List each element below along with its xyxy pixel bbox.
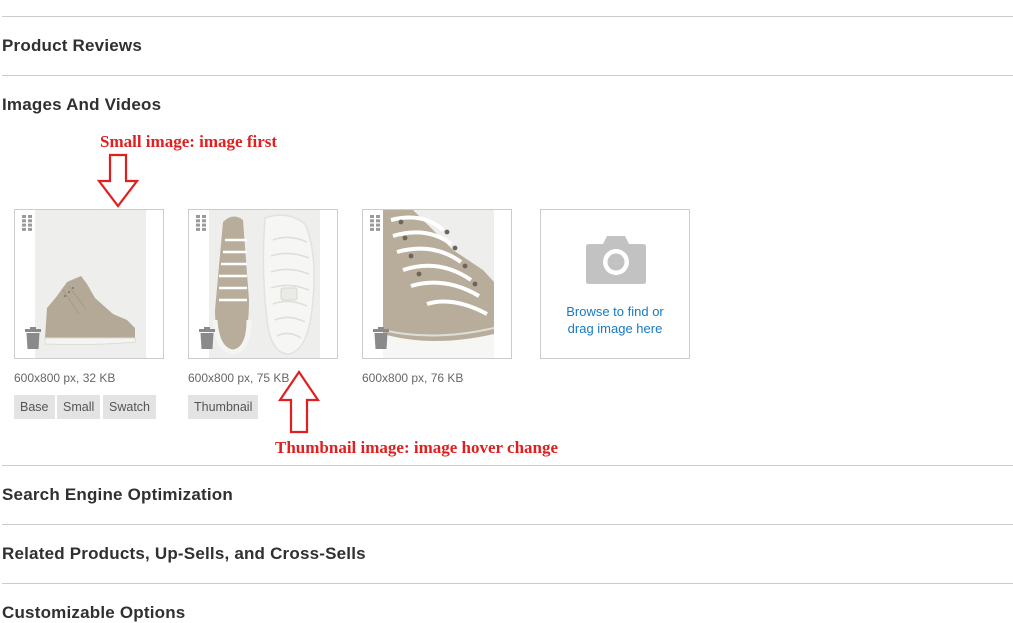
drag-handle-icon[interactable] bbox=[370, 215, 380, 231]
image-tile[interactable] bbox=[188, 209, 338, 359]
section-customizable-options[interactable]: Customizable Options bbox=[2, 603, 185, 623]
product-image bbox=[35, 210, 146, 358]
role-badge-small[interactable]: Small bbox=[57, 395, 101, 419]
trash-icon[interactable] bbox=[24, 327, 42, 349]
image-upload-dropzone[interactable]: Browse to find or drag image here bbox=[540, 209, 690, 359]
divider bbox=[2, 583, 1013, 584]
arrow-down-icon bbox=[96, 153, 140, 208]
upload-text-line2: drag image here bbox=[567, 321, 663, 336]
product-image bbox=[209, 210, 320, 358]
image-meta: 600x800 px, 75 KB bbox=[188, 371, 290, 385]
upload-instructions[interactable]: Browse to find or drag image here bbox=[541, 303, 689, 337]
role-badge-swatch[interactable]: Swatch bbox=[103, 395, 156, 419]
image-meta: 600x800 px, 76 KB bbox=[362, 371, 464, 385]
image-tile[interactable] bbox=[362, 209, 512, 359]
camera-icon bbox=[586, 236, 646, 284]
annotation-thumbnail-image: Thumbnail image: image hover change bbox=[275, 438, 559, 457]
trash-icon[interactable] bbox=[198, 327, 216, 349]
product-image bbox=[383, 210, 494, 358]
divider bbox=[2, 465, 1013, 466]
role-badge-thumbnail[interactable]: Thumbnail bbox=[188, 395, 259, 419]
section-images-and-videos[interactable]: Images And Videos bbox=[2, 95, 161, 115]
upload-text-line1: Browse to find or bbox=[566, 304, 664, 319]
drag-handle-icon[interactable] bbox=[196, 215, 206, 231]
annotation-small-image: Small image: image first bbox=[100, 132, 278, 151]
section-related-products[interactable]: Related Products, Up-Sells, and Cross-Se… bbox=[2, 544, 366, 564]
divider bbox=[2, 16, 1013, 17]
drag-handle-icon[interactable] bbox=[22, 215, 32, 231]
divider bbox=[2, 524, 1013, 525]
section-product-reviews[interactable]: Product Reviews bbox=[2, 36, 142, 56]
section-search-engine-optimization[interactable]: Search Engine Optimization bbox=[2, 485, 233, 505]
image-tile[interactable] bbox=[14, 209, 164, 359]
divider bbox=[2, 75, 1013, 76]
image-meta: 600x800 px, 32 KB bbox=[14, 371, 116, 385]
trash-icon[interactable] bbox=[372, 327, 390, 349]
role-badge-base[interactable]: Base bbox=[14, 395, 55, 419]
